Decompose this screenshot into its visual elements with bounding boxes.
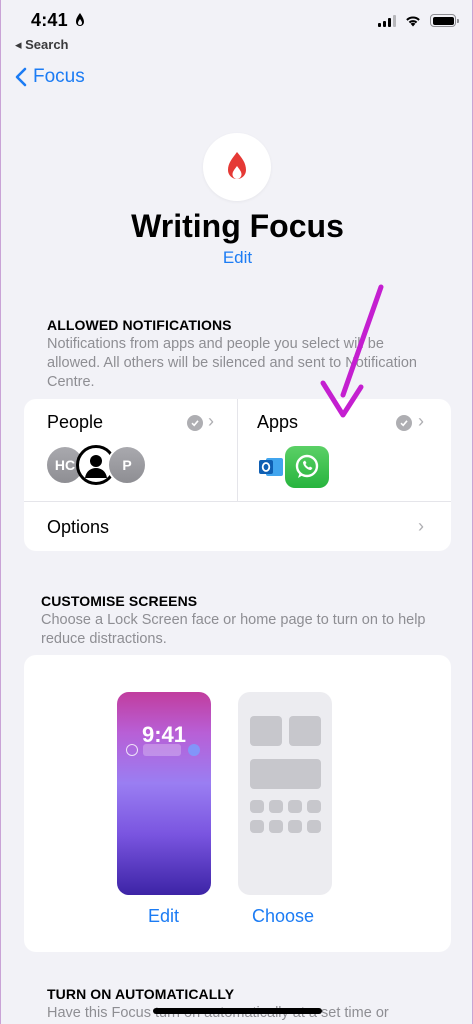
whatsapp-icon bbox=[285, 446, 329, 488]
flame-status-icon bbox=[76, 13, 84, 26]
focus-icon-button[interactable] bbox=[203, 133, 271, 201]
apps-label: Apps bbox=[257, 412, 299, 432]
widget-icon bbox=[126, 744, 138, 756]
home-screen-choose-button[interactable]: Choose bbox=[252, 906, 314, 927]
edit-focus-link[interactable]: Edit bbox=[1, 248, 473, 268]
customise-screens-heading: CUSTOMISE SCREENS bbox=[41, 593, 198, 609]
avatar: P bbox=[107, 445, 147, 485]
checkmark-badge-icon bbox=[187, 415, 203, 431]
checkmark-badge-icon bbox=[396, 415, 412, 431]
chevron-left-icon bbox=[15, 67, 27, 87]
allowed-notifications-heading: ALLOWED NOTIFICATIONS bbox=[47, 317, 232, 333]
cellular-signal-icon bbox=[378, 14, 396, 27]
back-to-search[interactable]: ◂ Search bbox=[15, 37, 69, 53]
status-time: 4:41 bbox=[31, 10, 68, 30]
customise-screens-description: Choose a Lock Screen face or home page t… bbox=[41, 612, 426, 647]
battery-icon bbox=[430, 14, 459, 27]
status-indicators bbox=[378, 14, 459, 27]
home-indicator[interactable] bbox=[153, 1008, 322, 1014]
back-button[interactable]: Focus bbox=[15, 66, 85, 88]
flame-icon bbox=[228, 152, 246, 179]
people-label: People bbox=[47, 412, 104, 432]
back-label: Focus bbox=[33, 66, 85, 87]
widget-placeholder bbox=[143, 744, 181, 756]
page-title: Writing Focus bbox=[131, 208, 344, 244]
lock-screen-preview[interactable]: 9:41 bbox=[117, 692, 211, 895]
chevron-right-icon: › bbox=[418, 516, 424, 536]
home-screen-preview[interactable] bbox=[238, 692, 332, 895]
widget-icon bbox=[188, 744, 200, 756]
lock-screen-edit-button[interactable]: Edit bbox=[148, 906, 179, 927]
turn-on-automatically-heading: TURN ON AUTOMATICALLY bbox=[47, 986, 235, 1002]
options-label: Options bbox=[47, 517, 110, 537]
chevron-right-icon: › bbox=[208, 411, 214, 431]
wifi-icon bbox=[406, 16, 420, 27]
outlook-icon bbox=[259, 458, 283, 476]
chevron-right-icon: › bbox=[418, 411, 424, 431]
annotation-arrow bbox=[320, 284, 384, 418]
